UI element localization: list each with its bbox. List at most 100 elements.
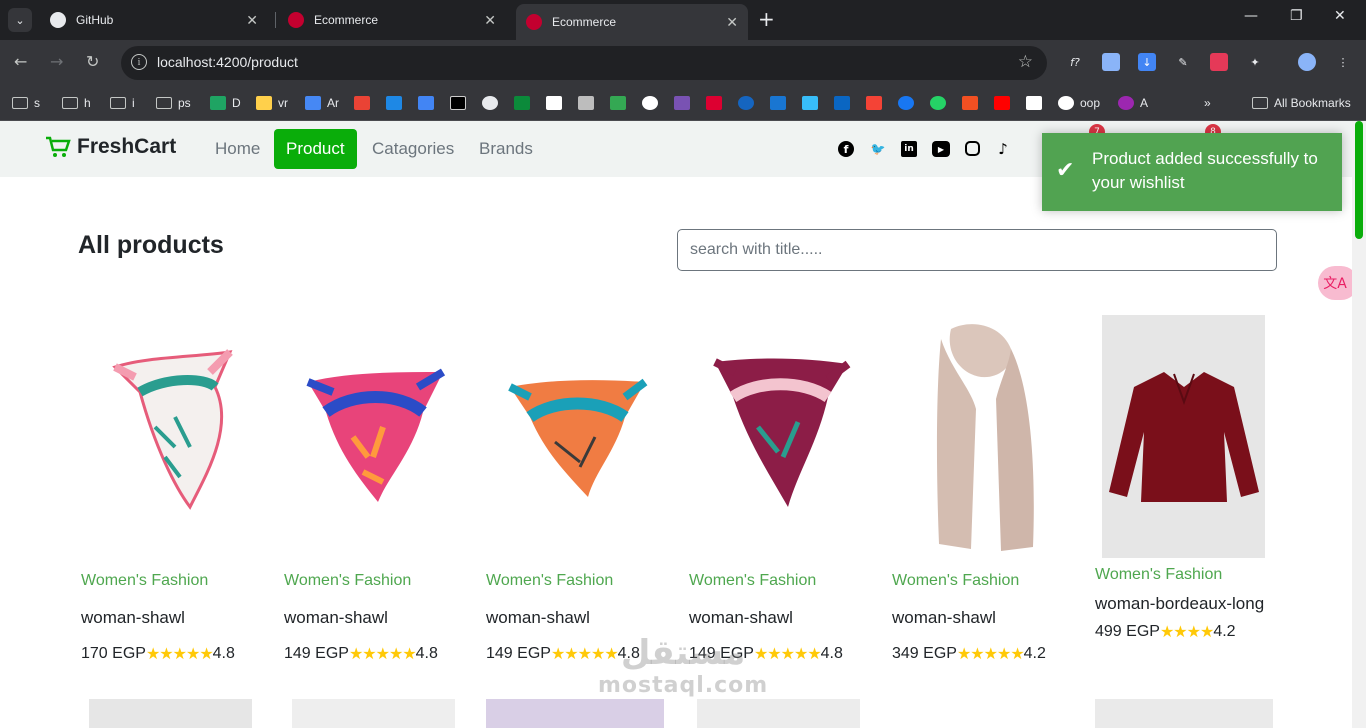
product-image[interactable] xyxy=(284,315,462,558)
forward-icon[interactable]: → xyxy=(50,52,63,71)
brand-logo[interactable]: FreshCart xyxy=(45,135,176,159)
tab-search-button[interactable]: ⌄ xyxy=(8,8,32,32)
flag-icon[interactable] xyxy=(770,96,786,110)
bookmark-drive[interactable]: Ar xyxy=(305,94,339,112)
product-image[interactable] xyxy=(689,315,867,558)
angular-icon[interactable] xyxy=(706,96,722,110)
product-category: Women's Fashion xyxy=(284,572,412,589)
bookmark-drive[interactable]: D xyxy=(210,94,241,112)
page-scrollbar[interactable] xyxy=(1352,121,1366,728)
bookmark-folder[interactable]: s xyxy=(12,94,40,112)
product-image[interactable] xyxy=(292,699,455,728)
linkedin-icon[interactable] xyxy=(834,96,850,110)
download-extension-icon[interactable]: ↓ xyxy=(1138,53,1156,71)
new-tab-button[interactable]: + xyxy=(758,8,775,30)
address-bar[interactable]: i localhost:4200/product ☆ xyxy=(121,46,1047,80)
product-image[interactable] xyxy=(1095,315,1273,558)
folder-icon xyxy=(156,97,172,109)
tiktok-icon[interactable]: ♪ xyxy=(995,140,1011,158)
rating-stars-icon: ★★★★★ xyxy=(348,646,417,663)
instagram-icon[interactable] xyxy=(965,141,980,156)
twitter-icon[interactable]: 🐦 xyxy=(870,141,886,157)
bookmark-a[interactable]: A xyxy=(1118,94,1148,112)
microsoft-icon[interactable] xyxy=(962,96,978,110)
medium-icon[interactable] xyxy=(1026,96,1042,110)
wishlist-success-toast[interactable]: ✔ Product added successfully to your wis… xyxy=(1042,133,1342,211)
check-icon: ✔ xyxy=(1056,157,1075,182)
search-input[interactable] xyxy=(677,229,1277,271)
product-image[interactable] xyxy=(1095,699,1273,728)
tab-ecommerce-1[interactable]: Ecommerce ✕ xyxy=(278,6,506,34)
product-card[interactable]: Women's Fashion woman-shawl 149 EGP ★★★★… xyxy=(689,315,867,664)
close-tab-icon[interactable]: ✕ xyxy=(246,12,258,29)
w3schools-icon[interactable] xyxy=(546,96,562,110)
product-image[interactable] xyxy=(89,699,252,728)
whatsapp-icon[interactable] xyxy=(930,96,946,110)
chrome-menu-icon[interactable]: ⋮ xyxy=(1334,53,1352,71)
youtube-icon[interactable]: ▶ xyxy=(932,141,950,157)
gmail-icon[interactable] xyxy=(354,96,370,110)
scrollbar-thumb[interactable] xyxy=(1355,121,1363,239)
docs-extension-icon[interactable] xyxy=(1102,53,1120,71)
more-bookmarks-icon[interactable]: » xyxy=(1204,94,1211,112)
facebook-icon[interactable] xyxy=(898,96,914,110)
tailwind-icon[interactable] xyxy=(802,96,818,110)
product-card[interactable]: Women's Fashion woman-shawl 170 EGP ★★★★… xyxy=(81,315,259,664)
minimize-icon[interactable]: — xyxy=(1244,8,1258,24)
translate-extension-icon[interactable] xyxy=(1210,53,1228,71)
bookmark-icon[interactable] xyxy=(578,96,594,110)
product-card[interactable]: Women's Fashion woman-shawl 149 EGP ★★★★… xyxy=(486,315,664,664)
github-icon[interactable] xyxy=(482,96,498,110)
product-category: Women's Fashion xyxy=(486,572,614,589)
close-tab-icon[interactable]: ✕ xyxy=(726,14,738,31)
nav-home[interactable]: Home xyxy=(203,129,272,169)
bookmark-folder[interactable]: i xyxy=(110,94,135,112)
bookmark-drive[interactable]: vr xyxy=(256,94,288,112)
bookmark-icon[interactable] xyxy=(610,96,626,110)
bookmark-folder[interactable]: h xyxy=(62,94,91,112)
product-image[interactable] xyxy=(81,315,259,558)
translate-icon[interactable]: 文A xyxy=(1318,266,1352,300)
product-card[interactable]: Women's Fashion woman-bordeaux-long 499 … xyxy=(1095,315,1273,642)
product-image[interactable] xyxy=(892,315,1070,558)
close-tab-icon[interactable]: ✕ xyxy=(484,12,496,29)
chatgpt-icon[interactable] xyxy=(642,96,658,110)
product-price: 349 EGP xyxy=(892,645,957,662)
rating-stars-icon: ★★★★ xyxy=(1159,624,1214,641)
color-picker-icon[interactable]: ✎ xyxy=(1174,53,1192,71)
bookmark-star-icon[interactable]: ☆ xyxy=(1018,52,1033,72)
tab-github[interactable]: GitHub ✕ xyxy=(40,6,268,34)
nav-product[interactable]: Product xyxy=(274,129,357,169)
restore-icon[interactable]: ❐ xyxy=(1290,8,1303,24)
bookmark-folder[interactable]: ps xyxy=(156,94,191,112)
nav-categories[interactable]: Catagories xyxy=(360,129,466,169)
product-card[interactable]: Women's Fashion woman-shawl 349 EGP ★★★★… xyxy=(892,315,1070,664)
x-icon[interactable] xyxy=(450,96,466,110)
function-extension-icon[interactable]: f? xyxy=(1066,53,1084,71)
bookmark-icon[interactable] xyxy=(866,96,882,110)
product-image[interactable] xyxy=(486,699,664,728)
address-url[interactable]: localhost:4200/product xyxy=(157,54,298,70)
product-image[interactable] xyxy=(486,315,664,558)
bookmark-label: Ar xyxy=(327,96,339,110)
bookmark-icon[interactable] xyxy=(738,96,754,110)
reload-icon[interactable]: ↻ xyxy=(86,52,99,71)
bookmark-icon[interactable] xyxy=(514,96,530,110)
extensions-puzzle-icon[interactable]: ✦ xyxy=(1246,53,1264,71)
all-bookmarks[interactable]: All Bookmarks xyxy=(1252,94,1351,112)
youtube-icon[interactable] xyxy=(994,96,1010,110)
bookmark-icon[interactable] xyxy=(386,96,402,110)
product-card[interactable]: Women's Fashion woman-shawl 149 EGP ★★★★… xyxy=(284,315,462,664)
product-image[interactable] xyxy=(697,699,860,728)
linkedin-icon[interactable]: in xyxy=(901,141,917,157)
close-window-icon[interactable]: ✕ xyxy=(1334,8,1346,24)
bootstrap-icon[interactable] xyxy=(674,96,690,110)
nav-brands[interactable]: Brands xyxy=(467,129,545,169)
profile-avatar[interactable] xyxy=(1298,53,1316,71)
facebook-icon[interactable]: f xyxy=(838,141,854,157)
back-icon[interactable]: ← xyxy=(14,52,27,71)
site-info-icon[interactable]: i xyxy=(131,54,147,70)
tab-ecommerce-active[interactable]: Ecommerce ✕ xyxy=(516,4,748,40)
translate-icon[interactable] xyxy=(418,96,434,110)
bookmark-oop[interactable]: oop xyxy=(1058,94,1100,112)
